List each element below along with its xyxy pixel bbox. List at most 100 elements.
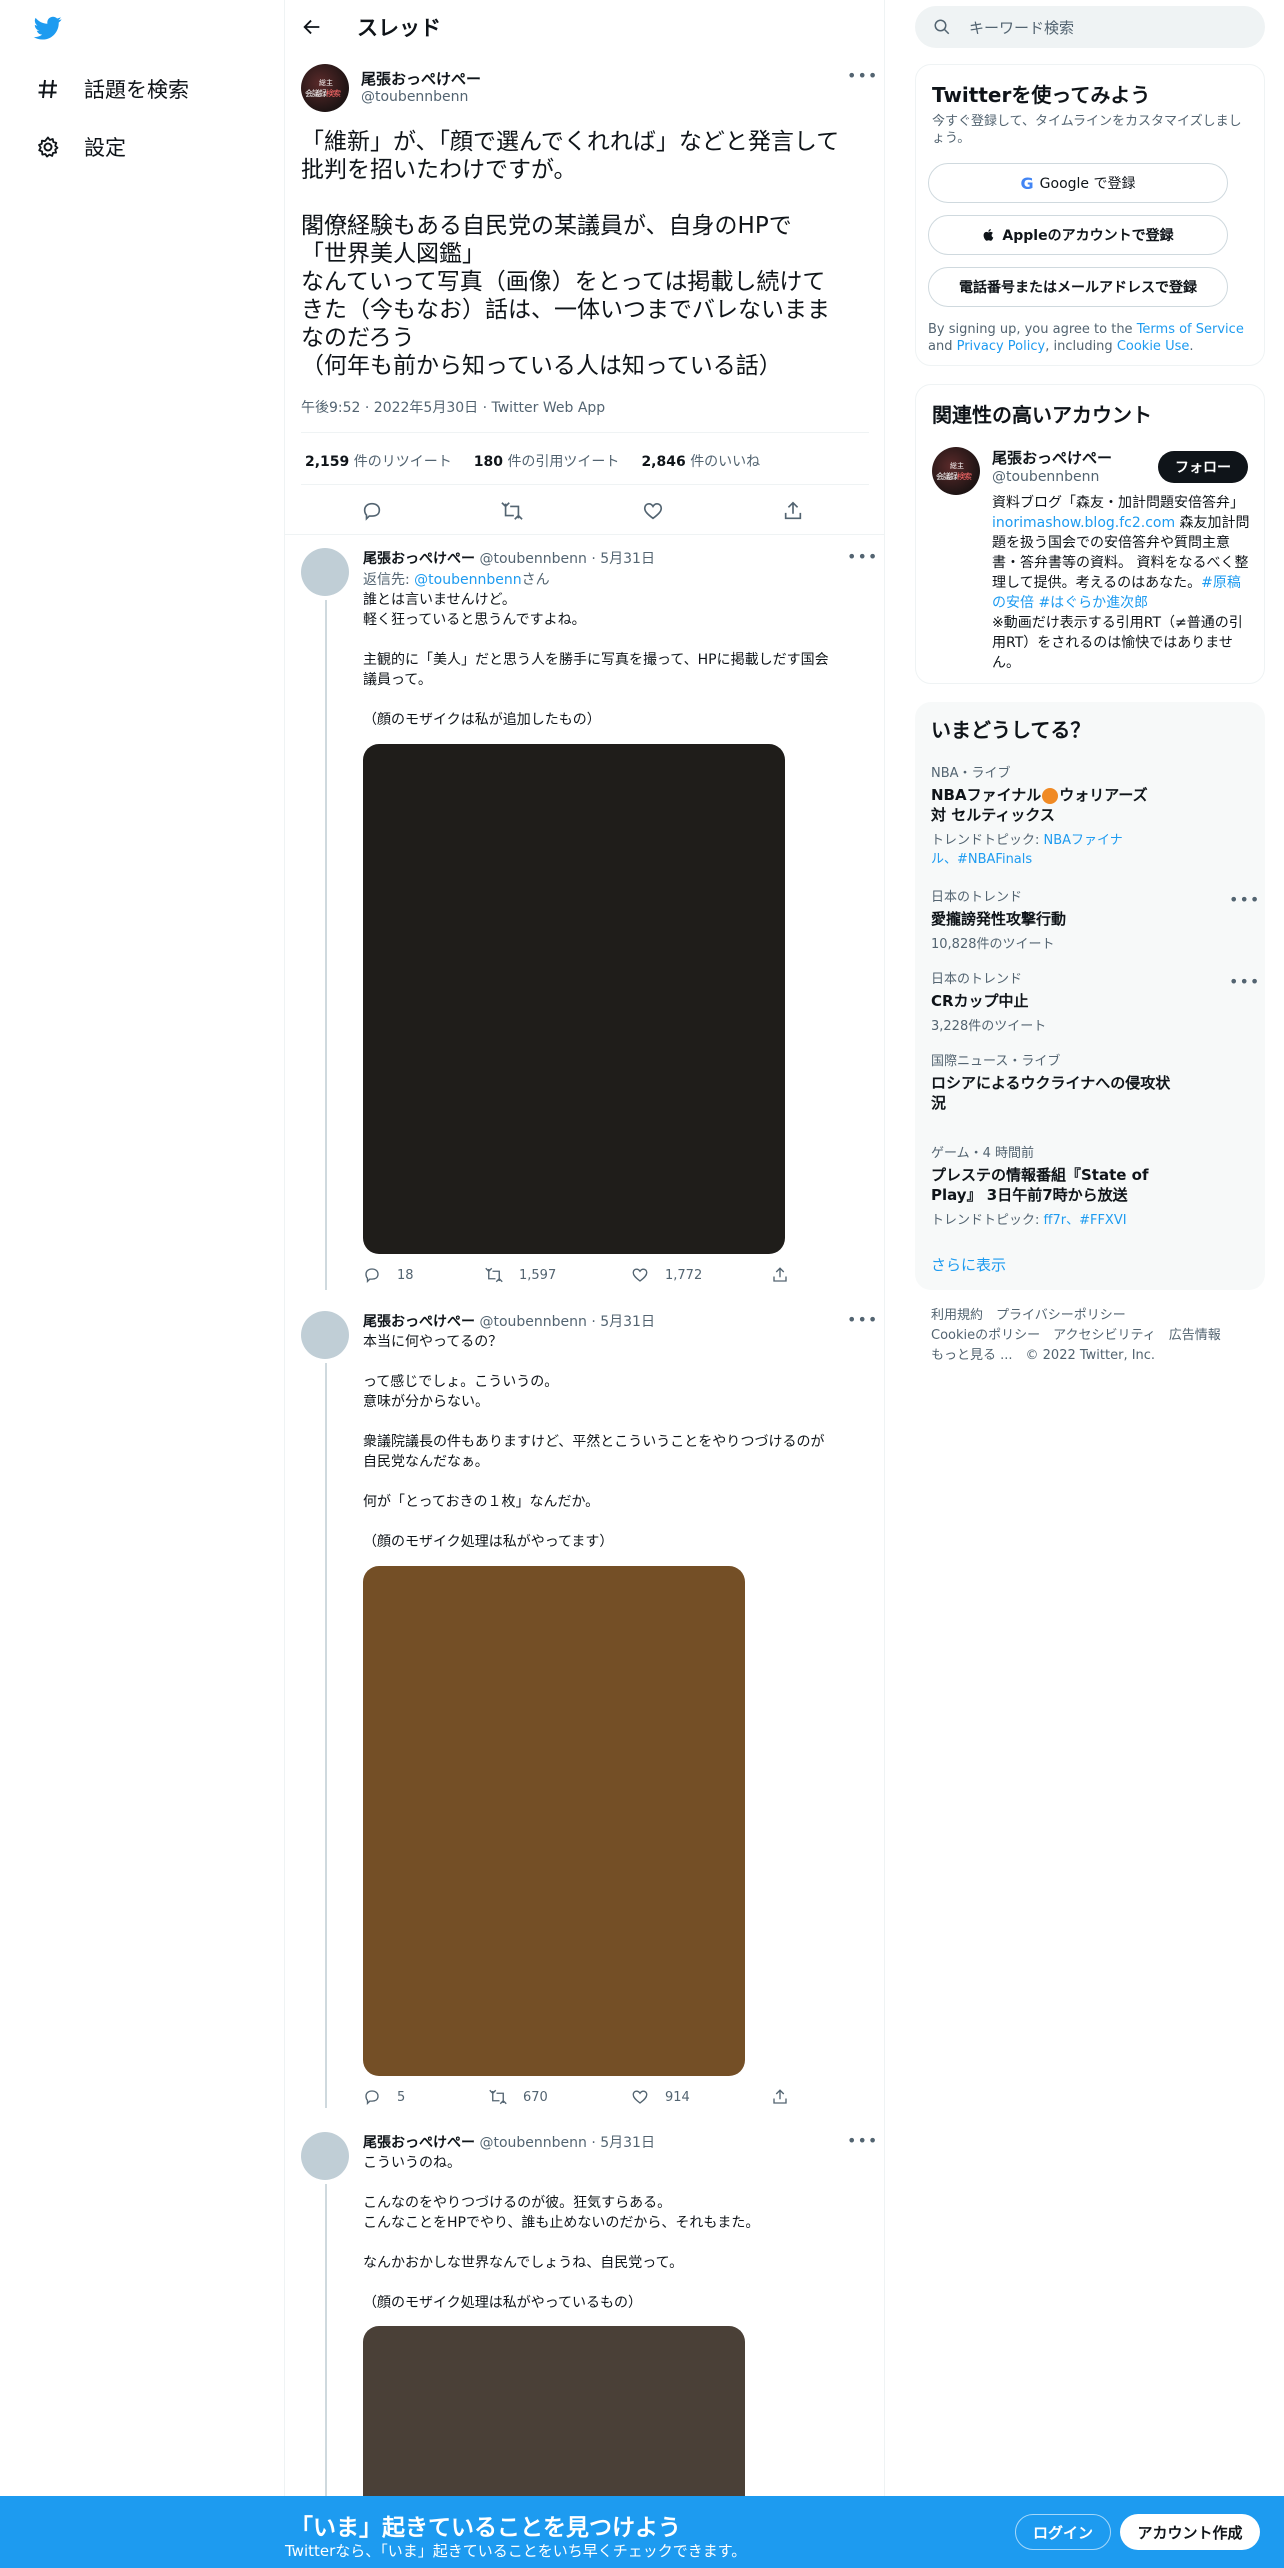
trend-item[interactable]: NBA・ライブ NBAファイナル ウォリアーズ 対 セルティックス トレンドトピッ… (931, 762, 1231, 867)
privacy-link[interactable]: Privacy Policy (957, 339, 1046, 354)
retweet-count: 670 (523, 2089, 548, 2105)
like-action[interactable]: 1,772 (631, 1266, 702, 1284)
show-more-link[interactable]: さらに表示 (931, 1254, 1006, 1275)
more-icon[interactable]: ••• (847, 2131, 878, 2150)
reply-icon (365, 2090, 379, 2106)
share-action[interactable] (771, 2088, 789, 2106)
author-name[interactable]: 尾張おっぺけぺー (363, 551, 475, 567)
trend-sub: トレンドトピック: ff7r、#FFXVI (931, 1209, 1231, 1228)
reply-action[interactable]: 5 (363, 2088, 405, 2106)
trend-title-a: NBAファイナル (931, 786, 1042, 804)
cookie-link[interactable]: Cookie Use (1117, 339, 1190, 354)
avatar[interactable] (301, 548, 349, 596)
more-icon[interactable]: ••• (847, 547, 878, 566)
search-input[interactable]: キーワード検索 (969, 17, 1074, 38)
terms-mid2: , including (1045, 339, 1117, 354)
signup-title: Twitterを使ってみよう (932, 83, 1151, 107)
bio-link[interactable]: inorimashow.blog.fc2.com (992, 515, 1175, 531)
terms-mid: and (928, 339, 957, 354)
trend-title: ロシアによるウクライナへの侵攻状況 (931, 1074, 1171, 1112)
like-icon (632, 1268, 648, 1282)
retweet-stat[interactable]: 2,159 件のリツイート (305, 451, 452, 471)
footer-line[interactable]: 利用規約 プライバシーポリシー (931, 1306, 1251, 1326)
main-tweet-actions (285, 496, 885, 526)
trend-title: プレステの情報番組『State of Play』 3日午前7時から放送 (931, 1166, 1149, 1204)
basketball-icon (1042, 787, 1059, 804)
phone-email-signup-button[interactable]: 電話番号またはメールアドレスで登録 (928, 267, 1228, 307)
reply-action[interactable]: 18 (363, 1266, 414, 1284)
apple-icon (984, 228, 994, 241)
footer-line[interactable]: Cookieのポリシー アクセシビリティ 広告情報 (931, 1326, 1251, 1346)
more-icon[interactable]: ••• (847, 1310, 878, 1329)
more-icon[interactable]: ••• (1229, 972, 1260, 991)
google-signup-button[interactable]: G Google で登録 (928, 163, 1228, 203)
trend-item[interactable]: 国際ニュース・ライブ ロシアによるウクライナへの侵攻状況 (931, 1050, 1231, 1113)
retweet-action[interactable]: 1,597 (485, 1266, 556, 1284)
reply-count: 5 (397, 2089, 406, 2105)
trend-category: 日本のトレンド (931, 972, 1023, 987)
footer-line[interactable]: もっと見る ... © 2022 Twitter, Inc. (931, 1346, 1251, 1366)
avatar[interactable]: 総主 会議録検索 (932, 447, 980, 495)
author-name[interactable]: 尾張おっぺけぺー (363, 1314, 475, 1330)
related-handle[interactable]: @toubennbenn (992, 469, 1099, 485)
twitter-logo-icon[interactable] (32, 14, 64, 46)
author-handle[interactable]: @toubennbenn (479, 551, 586, 567)
nav-settings-label: 設定 (84, 136, 126, 160)
tweet-media-image[interactable] (363, 744, 785, 1254)
author-handle[interactable]: @toubennbenn (479, 2135, 586, 2151)
tweet-date[interactable]: 5月31日 (600, 1314, 655, 1330)
retweet-label: 件のリツイート (353, 454, 452, 470)
tweet-timestamp[interactable]: 午後9:52 · 2022年5月30日 · Twitter Web App (301, 397, 605, 417)
more-icon[interactable]: ••• (1229, 890, 1260, 909)
avatar[interactable] (301, 1311, 349, 1359)
signup-button[interactable]: アカウント作成 (1120, 2514, 1260, 2550)
quote-stat[interactable]: 180 件の引用ツイート (474, 451, 620, 471)
reply-to-prefix: 返信先: (363, 572, 415, 588)
bio-hashtag[interactable]: #はぐらか進次郎 (1038, 595, 1148, 611)
follow-button[interactable]: フォロー (1158, 451, 1248, 483)
share-icon[interactable] (782, 500, 804, 522)
hashtag-icon (38, 79, 57, 99)
share-action[interactable] (771, 1266, 789, 1284)
trend-item[interactable]: ゲーム・4 時間前 プレステの情報番組『State of Play』 3日午前7… (931, 1142, 1231, 1228)
dot-separator: · (591, 1314, 596, 1330)
reply-header: 尾張おっぺけぺー @toubennbenn · 5月31日 (363, 2132, 655, 2152)
back-arrow-icon[interactable] (301, 16, 323, 38)
author-name[interactable]: 尾張おっぺけぺー (361, 68, 481, 89)
tweet-media-image[interactable] (363, 1566, 745, 2076)
avatar[interactable]: 総主 会議録検索 (301, 64, 349, 112)
related-accounts-panel: 関連性の高いアカウント 総主 会議録検索 尾張おっぺけぺー @toubennbe… (915, 384, 1265, 684)
trend-item[interactable]: 日本のトレンド 愛攏謗発性攻撃行動 10,828件のツイート (931, 886, 1231, 952)
more-icon[interactable]: ••• (847, 66, 878, 85)
reply-to: 返信先: @toubennbennさん (363, 569, 550, 589)
reply-icon[interactable] (361, 500, 383, 522)
avatar[interactable] (301, 2132, 349, 2180)
like-stat[interactable]: 2,846 件のいいね (641, 451, 760, 471)
author-handle[interactable]: @toubennbenn (361, 89, 468, 105)
trends-title: いまどうしてる？ (931, 718, 1091, 742)
author-name[interactable]: 尾張おっぺけぺー (363, 2135, 475, 2151)
author-handle[interactable]: @toubennbenn (479, 1314, 586, 1330)
nav-explore[interactable]: 話題を検索 (36, 74, 189, 104)
nav-settings[interactable]: 設定 (36, 132, 126, 162)
tweet-date[interactable]: 5月31日 (600, 2135, 655, 2151)
dot-separator: · (591, 2135, 596, 2151)
retweet-action[interactable]: 670 (489, 2088, 548, 2106)
trend-sub-links[interactable]: ff7r、#FFXVI (1044, 1213, 1127, 1228)
login-button[interactable]: ログイン (1015, 2514, 1111, 2550)
like-icon[interactable] (642, 500, 664, 522)
reply-to-link[interactable]: @toubennbenn (414, 572, 521, 588)
terms-link[interactable]: Terms of Service (1137, 322, 1244, 337)
apple-signup-button[interactable]: Appleのアカウントで登録 (928, 215, 1228, 255)
related-name[interactable]: 尾張おっぺけぺー (992, 447, 1112, 468)
avatar-text-2b: 検索 (326, 89, 341, 98)
tweet-date[interactable]: 5月31日 (600, 551, 655, 567)
trend-item[interactable]: 日本のトレンド CRカップ中止 3,228件のツイート (931, 968, 1231, 1034)
retweet-icon[interactable] (501, 500, 523, 522)
like-count: 914 (665, 2089, 690, 2105)
google-icon: G (1020, 173, 1034, 193)
like-action[interactable]: 914 (631, 2088, 690, 2106)
search-box[interactable]: キーワード検索 (915, 6, 1265, 48)
reply-text: 本当に何やってるの？ って感じでしょ。こういうの。 意味が分からない。 衆議院議… (363, 1334, 825, 1550)
tweet-text: 「維新」が、「顔で選んでくれれば」などと発言して 批判を招いたわけですが。 閣僚… (301, 129, 840, 379)
